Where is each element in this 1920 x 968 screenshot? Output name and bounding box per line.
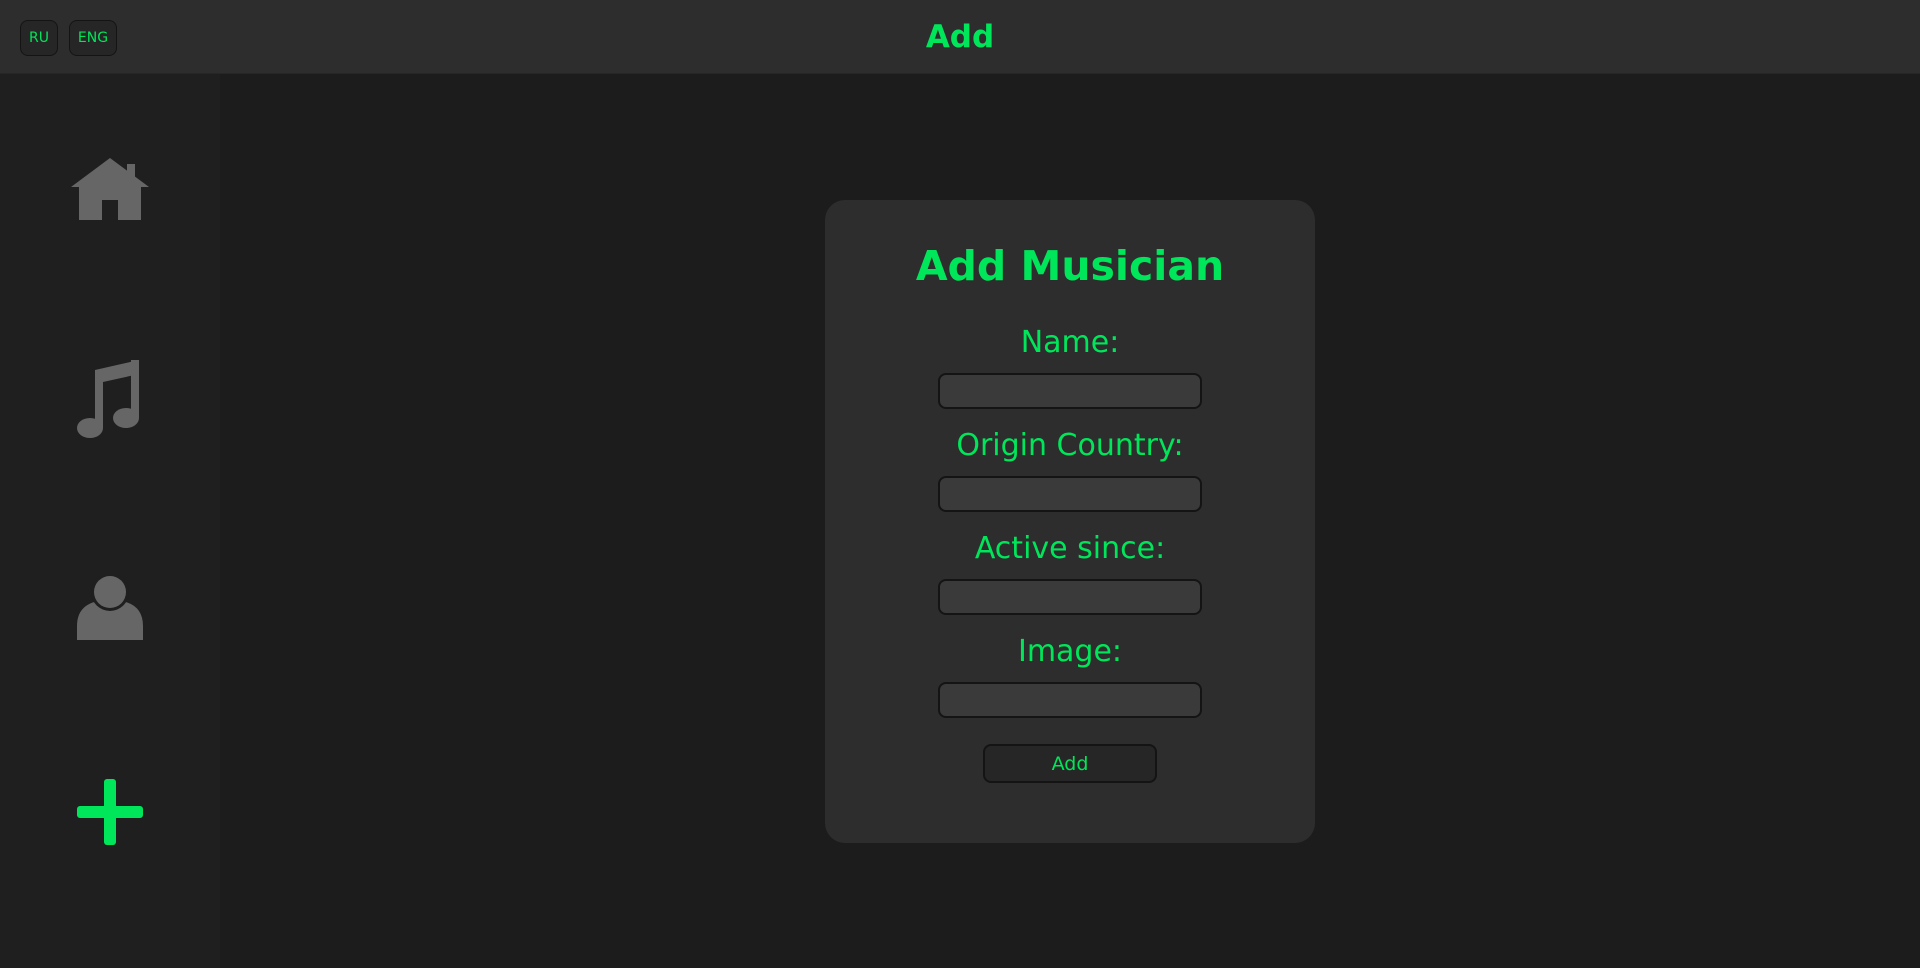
form-title: Add Musician [915, 242, 1225, 290]
active-since-label: Active since: [974, 531, 1166, 566]
page-title: Add [925, 19, 995, 55]
origin-country-input[interactable] [938, 476, 1202, 512]
music-note-icon [77, 360, 139, 438]
add-button[interactable]: Add [983, 744, 1157, 783]
sidebar [0, 74, 220, 968]
name-input[interactable] [938, 373, 1202, 409]
home-icon [71, 158, 149, 220]
name-label: Name: [1020, 325, 1120, 360]
active-since-input[interactable] [938, 579, 1202, 615]
user-icon [77, 574, 143, 640]
language-ru-button[interactable]: RU [20, 20, 58, 56]
top-bar: Add RU ENG [0, 0, 1920, 74]
origin-country-label: Origin Country: [956, 428, 1184, 463]
sidebar-item-profile[interactable] [50, 552, 170, 662]
language-eng-button[interactable]: ENG [69, 20, 117, 56]
sidebar-item-add[interactable] [50, 757, 170, 867]
plus-icon [77, 779, 143, 845]
image-label: Image: [1017, 634, 1123, 669]
image-input[interactable] [938, 682, 1202, 718]
sidebar-item-home[interactable] [50, 134, 170, 244]
add-musician-form: Add Musician Name: Origin Country: Activ… [825, 200, 1315, 843]
sidebar-item-music[interactable] [50, 345, 170, 455]
